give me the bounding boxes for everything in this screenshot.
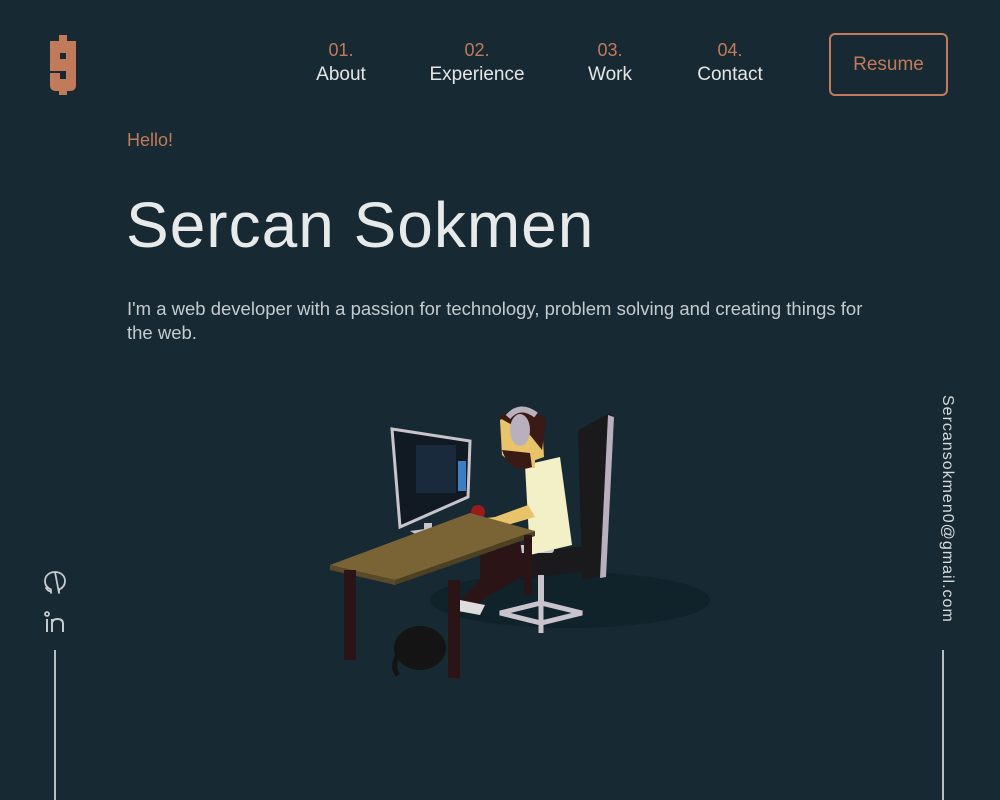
nav-item-about[interactable]: 01. About	[301, 40, 381, 88]
linkedin-icon[interactable]	[40, 608, 70, 638]
nav-number: 02.	[464, 40, 490, 60]
intro-text: I'm a web developer with a passion for t…	[127, 298, 863, 343]
nav-number: 01.	[328, 40, 354, 60]
greeting: Hello!	[127, 130, 174, 150]
right-divider-line	[942, 650, 944, 800]
left-divider-line	[54, 650, 56, 800]
nav-number: 03.	[597, 40, 623, 60]
resume-button[interactable]: Resume	[829, 33, 948, 96]
nav-label: Contact	[697, 64, 763, 85]
nav-label: About	[316, 64, 366, 85]
nav-label: Experience	[429, 64, 525, 85]
email-link[interactable]: Sercansokmen0@gmail.com	[932, 395, 956, 640]
nav-number: 04.	[717, 40, 743, 60]
nav-item-work[interactable]: 03. Work	[575, 40, 645, 88]
developer-illustration	[330, 406, 710, 678]
nav-item-contact[interactable]: 04. Contact	[685, 40, 775, 88]
nav-label: Work	[588, 64, 632, 85]
github-icon[interactable]	[40, 567, 70, 597]
nav-item-experience[interactable]: 02. Experience	[422, 40, 532, 88]
page-title: Sercan Sokmen	[126, 189, 595, 261]
